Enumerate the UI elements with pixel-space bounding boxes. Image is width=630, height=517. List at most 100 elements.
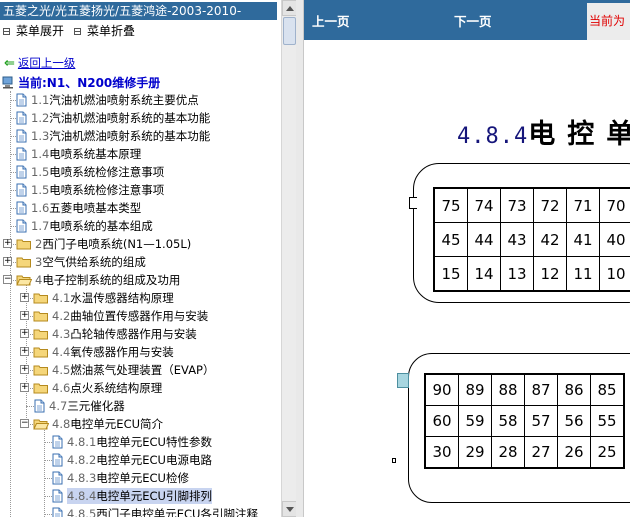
pin-cell: 43 bbox=[501, 223, 533, 256]
tree-item[interactable]: 4.8.3电控单元ECU检修 bbox=[52, 469, 189, 487]
document-icon bbox=[52, 507, 63, 517]
collapse-toggle-icon[interactable]: − bbox=[3, 275, 12, 284]
tree-item-title: 电控单元ECU引脚排列 bbox=[96, 489, 212, 503]
pin-cell: 56 bbox=[558, 406, 590, 436]
tree-item-number: 4.8.1 bbox=[67, 435, 97, 449]
tree-item-label: 4.8.3电控单元ECU检修 bbox=[67, 470, 189, 486]
tree-item-title: 西门子电喷系统(N1—1.05L) bbox=[42, 237, 192, 251]
tree-connector-line bbox=[26, 406, 34, 407]
prev-page-button[interactable]: 上一页 bbox=[312, 11, 350, 30]
expand-toggle-icon[interactable]: + bbox=[20, 383, 29, 392]
tree-item[interactable]: 1.3汽油机燃油喷射系统的基本功能 bbox=[16, 127, 210, 145]
tree-item[interactable]: 4.7三元催化器 bbox=[34, 397, 125, 415]
expand-toggle-icon[interactable]: + bbox=[20, 329, 29, 338]
tree-item-title: 汽油机燃油喷射系统主要优点 bbox=[49, 93, 199, 107]
tree-item[interactable]: 4.2曲轴位置传感器作用与安装 bbox=[33, 307, 208, 325]
document-icon bbox=[16, 147, 27, 161]
tree-item-title: 汽油机燃油喷射系统的基本功能 bbox=[49, 111, 211, 125]
scroll-down-arrow-icon[interactable] bbox=[282, 501, 297, 517]
tree-item[interactable]: 4.8电控单元ECU简介 bbox=[33, 415, 163, 433]
tree-item-label: 4.6点火系统结构原理 bbox=[52, 380, 162, 396]
expand-toggle-icon[interactable]: + bbox=[20, 365, 29, 374]
tree-item[interactable]: 1.4电喷系统基本原理 bbox=[16, 145, 141, 163]
pin-cell: 72 bbox=[534, 189, 566, 222]
tree-item-label: 4.8.1电控单元ECU特性参数 bbox=[67, 434, 212, 450]
tree-item-title: 五菱电喷基本类型 bbox=[49, 201, 142, 215]
tree-scrollbar[interactable] bbox=[281, 0, 297, 517]
tree-item-title: 水温传感器结构原理 bbox=[70, 291, 174, 305]
next-page-button[interactable]: 下一页 bbox=[454, 11, 492, 30]
manual-title-bar: 五菱之光/光五菱扬光/五菱鸿途-2003-2010- bbox=[0, 2, 277, 20]
connector-pin-grid-top: 75 74 73 72 71 70 45 44 43 42 41 40 15 14 13 12 11 10 bbox=[433, 187, 630, 292]
tree-item[interactable]: 2西门子电喷系统(N1—1.05L) bbox=[16, 235, 191, 253]
document-icon bbox=[34, 399, 45, 413]
tree-item[interactable]: 4.1水温传感器结构原理 bbox=[33, 289, 174, 307]
pin-cell: 90 bbox=[426, 375, 458, 405]
tree-item-number: 1.3 bbox=[31, 129, 50, 143]
menu-square-icon bbox=[74, 27, 81, 35]
tree-item-number: 4.8 bbox=[52, 417, 71, 431]
menu-expand-label: 菜单展开 bbox=[16, 24, 65, 38]
current-location-label: 当前:N1、N200维修手册 bbox=[18, 75, 161, 90]
tree-item[interactable]: 1.5电喷系统检修注意事项 bbox=[16, 163, 164, 181]
expand-toggle-icon[interactable]: + bbox=[20, 347, 29, 356]
folder-icon bbox=[33, 293, 48, 304]
tree-item-title: 点火系统结构原理 bbox=[70, 381, 163, 395]
expand-toggle-icon[interactable]: + bbox=[3, 239, 12, 248]
tree-item-title: 空气供给系统的组成 bbox=[42, 255, 146, 269]
tree-item-number: 4.8.3 bbox=[67, 471, 97, 485]
collapse-toggle-icon[interactable]: − bbox=[20, 419, 29, 428]
expand-toggle-icon[interactable]: + bbox=[3, 257, 12, 266]
menu-collapse-button[interactable]: 菜单折叠 bbox=[74, 22, 135, 40]
tree-connector-line bbox=[44, 514, 52, 515]
tree-item-title: 氧传感器作用与安装 bbox=[70, 345, 174, 359]
tree-item[interactable]: 1.2汽油机燃油喷射系统的基本功能 bbox=[16, 109, 210, 127]
pin-cell: 89 bbox=[459, 375, 491, 405]
tree-item[interactable]: 4.3凸轮轴传感器作用与安装 bbox=[33, 325, 197, 343]
tree-item-label: 2西门子电喷系统(N1—1.05L) bbox=[35, 236, 191, 252]
tree-item[interactable]: 1.7电喷系统的基本组成 bbox=[16, 217, 153, 235]
tree-item[interactable]: 1.6五菱电喷基本类型 bbox=[16, 199, 141, 217]
document-icon bbox=[16, 183, 27, 197]
folder-icon bbox=[33, 365, 48, 376]
pin-cell: 71 bbox=[567, 189, 599, 222]
computer-icon bbox=[2, 76, 13, 88]
tree-item[interactable]: 4.5燃油蒸气处理装置（EVAP） bbox=[33, 361, 215, 379]
tree-item-number: 1.1 bbox=[31, 93, 50, 107]
pane-splitter[interactable] bbox=[296, 0, 304, 517]
tree-item[interactable]: 4.4氧传感器作用与安装 bbox=[33, 343, 174, 361]
tree-item-label: 4.4氧传感器作用与安装 bbox=[52, 344, 174, 360]
tree-item[interactable]: 4电子控制系统的组成及功用 bbox=[16, 271, 180, 289]
connector-key bbox=[392, 458, 396, 463]
tree-item[interactable]: 3空气供给系统的组成 bbox=[16, 253, 146, 271]
tree-item[interactable]: 4.8.5西门子电控单元ECU各引脚注释 bbox=[52, 505, 258, 517]
tree-item[interactable]: 1.5电喷系统检修注意事项 bbox=[16, 181, 164, 199]
pin-cell: 15 bbox=[435, 257, 467, 290]
menu-expand-button[interactable]: 菜单展开 bbox=[3, 22, 64, 40]
pin-cell: 58 bbox=[492, 406, 524, 436]
tree-item-title: 曲轴位置传感器作用与安装 bbox=[70, 309, 209, 323]
back-link[interactable]: ⇐ 返回上一级 bbox=[4, 55, 75, 71]
pin-cell: 42 bbox=[534, 223, 566, 256]
tree-item[interactable]: 4.8.4电控单元ECU引脚排列 bbox=[52, 487, 212, 505]
scroll-thumb[interactable] bbox=[283, 17, 296, 45]
folder-open-icon bbox=[16, 275, 32, 286]
tree-item-title: 电控单元ECU电源电路 bbox=[96, 453, 212, 467]
back-link-label: 返回上一级 bbox=[17, 56, 76, 70]
tree-item[interactable]: 4.8.1电控单元ECU特性参数 bbox=[52, 433, 212, 451]
tree-item-label: 4.8.5西门子电控单元ECU各引脚注释 bbox=[67, 506, 258, 517]
tree-item-number: 1.7 bbox=[31, 219, 50, 233]
document-content: 4.8.4电控单 7574737271704544434241401514131… bbox=[304, 40, 630, 517]
tree-item[interactable]: 4.8.2电控单元ECU电源电路 bbox=[52, 451, 212, 469]
expand-toggle-icon[interactable]: + bbox=[20, 293, 29, 302]
scroll-up-arrow-icon[interactable] bbox=[282, 0, 297, 16]
pin-cell: 57 bbox=[525, 406, 557, 436]
tree-item-title: 凸轮轴传感器作用与安装 bbox=[70, 327, 197, 341]
tree-item[interactable]: 4.6点火系统结构原理 bbox=[33, 379, 162, 397]
tree-item-label: 1.4电喷系统基本原理 bbox=[31, 146, 141, 162]
expand-toggle-icon[interactable]: + bbox=[20, 311, 29, 320]
tree-item[interactable]: 1.1汽油机燃油喷射系统主要优点 bbox=[16, 91, 199, 109]
tree-item-number: 4.5 bbox=[52, 363, 71, 377]
current-page-indicator: 当前为 bbox=[587, 3, 630, 40]
pin-cell: 29 bbox=[459, 437, 491, 467]
